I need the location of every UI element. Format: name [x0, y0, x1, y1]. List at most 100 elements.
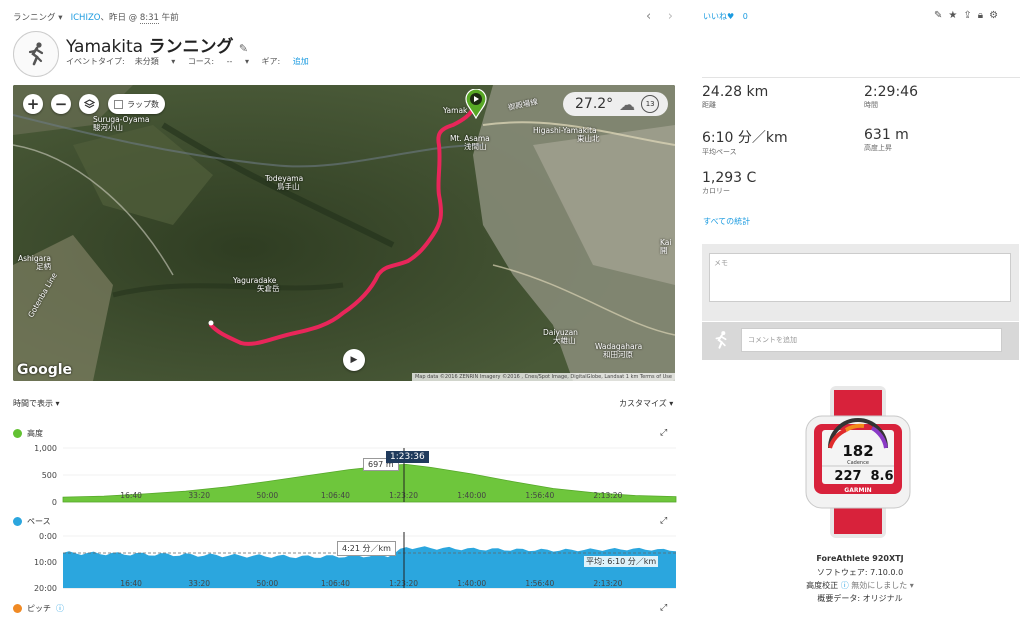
date-prefix: 、昨日 @ — [100, 13, 138, 23]
wind-icon: 13 — [641, 95, 660, 113]
all-stats-link[interactable]: すべての統計 — [703, 216, 750, 227]
next-activity-icon[interactable]: › — [668, 9, 673, 24]
pace-tooltip: 4:21 分／km — [337, 541, 396, 556]
elevation-dot — [13, 429, 22, 438]
watch-right-value: 8.6 — [870, 469, 893, 484]
breadcrumb: ランニング ▾ ICHIZO、昨日 @ 8:31 午前 — [13, 11, 179, 24]
google-logo: Google — [17, 362, 73, 378]
pitch-help-icon[interactable]: ⓘ — [56, 603, 64, 614]
summary-data-source: 概要データ: オリジナル — [817, 594, 903, 603]
layers-icon[interactable] — [79, 94, 99, 114]
running-icon — [13, 31, 59, 77]
pace-y-tick: 0:00 — [39, 532, 57, 541]
stat-calories: 1,293 C カロリー — [702, 170, 757, 195]
view-by-time-dropdown[interactable]: 時間で表示 ▾ — [13, 398, 60, 409]
elevation-x-tick: 16:40 — [120, 491, 142, 500]
edit-title-icon[interactable]: ✎ — [239, 42, 248, 55]
watch-left-value: 227 — [834, 469, 861, 484]
pace-legend: ペース — [13, 516, 51, 527]
stat-distance: 24.28 km 距離 — [702, 84, 769, 109]
pace-chart[interactable]: 0:0010:0020:00 16:4033:2050:001:06:401:2… — [0, 528, 680, 594]
gear-icon[interactable]: ⚙ — [989, 10, 1004, 21]
expand-pace-icon[interactable]: ⤢ — [660, 516, 667, 526]
activity-type-crumb[interactable]: ランニング — [13, 13, 56, 23]
map-label-asama: Mt. Asama 浅間山 — [450, 134, 490, 151]
share-icon[interactable]: ⇪ — [963, 10, 977, 21]
map-label-daiyuzan: Daiyuzan 大雄山 — [543, 328, 578, 345]
elevation-x-tick: 50:00 — [257, 491, 279, 500]
route-map[interactable]: + − ラップ数 27.2° ☁ 13 Suruga-Oyama 駿河小山 Yam… — [13, 85, 675, 381]
start-marker-icon[interactable] — [465, 88, 487, 120]
pitch-label: ピッチ — [27, 604, 51, 613]
laps-checkbox[interactable] — [114, 99, 123, 109]
page-title: Yamakita ランニング ✎ — [66, 32, 248, 57]
map-label-kai: Kai 開 — [660, 238, 672, 255]
course[interactable]: コース: -- ▾ — [188, 57, 249, 66]
calibration-dropdown[interactable]: 無効にしました ▾ — [851, 581, 914, 590]
expand-elevation-icon[interactable]: ⤢ — [660, 428, 667, 438]
elevation-y-ticks: 1,000 500 0 — [34, 444, 57, 507]
divider — [702, 77, 1020, 78]
pace-x-tick: 1:40:00 — [457, 579, 486, 588]
activity-time: 8:31 — [139, 13, 159, 24]
elevation-y-tick: 0 — [52, 498, 57, 507]
elevation-calibration: 高度校正 ⓘ 無効にしました ▾ — [806, 581, 914, 590]
comment-input[interactable]: コメントを追加 — [741, 328, 1002, 352]
zoom-in-button[interactable]: + — [23, 94, 43, 114]
like-label[interactable]: いいね — [703, 12, 727, 21]
elevation-x-tick: 2:13:20 — [593, 491, 622, 500]
elevation-legend: 高度 — [13, 428, 43, 439]
pace-y-ticks: 0:00 10:00 20:00 — [34, 532, 57, 593]
map-label-yaguradake: Yaguradake 矢倉岳 — [233, 276, 280, 293]
star-icon[interactable]: ★ — [948, 10, 963, 21]
device-image: 182 Cadence 227 8.6 GARMIN — [802, 386, 914, 538]
play-route-button[interactable]: ▶ — [343, 349, 365, 371]
pitch-legend: ピッチ ⓘ — [13, 603, 64, 614]
pace-x-tick: 1:06:40 — [321, 579, 350, 588]
map-label-wadagahara: Wadagahara 和田河原 — [595, 342, 643, 359]
prev-activity-icon[interactable]: ‹ — [646, 9, 651, 24]
calibration-help-icon[interactable]: ⓘ — [841, 581, 849, 590]
event-type[interactable]: イベントタイプ: 未分類 ▾ — [66, 57, 175, 66]
pace-x-tick: 1:56:40 — [525, 579, 554, 588]
activity-meta: イベントタイプ: 未分類 ▾ コース: -- ▾ ギア: 追加 — [66, 56, 329, 67]
gear: ギア: 追加 — [261, 57, 309, 66]
edit-icon[interactable]: ✎ — [934, 10, 948, 21]
expand-pitch-icon[interactable]: ⤢ — [660, 603, 667, 613]
title-type: ランニング — [148, 37, 234, 57]
memo-textarea[interactable]: メモ — [709, 253, 1011, 302]
map-credit[interactable]: Map data ©2016 ZENRIN Imagery ©2016 , Cn… — [411, 373, 675, 381]
cloud-icon: ☁ — [619, 94, 636, 114]
elevation-y-tick: 1,000 — [34, 444, 57, 453]
lock-icon[interactable]: 🔒︎ — [978, 10, 989, 21]
elevation-chart[interactable]: 1,0005000 16:4033:2050:001:06:401:23:201… — [0, 440, 680, 510]
temperature: 27.2° — [575, 96, 614, 112]
like-count: 0 — [742, 12, 748, 21]
avg-pace-label: 平均: 6:10 分／km — [584, 556, 659, 567]
cursor-time-badge: 1:23:36 — [386, 451, 429, 463]
stat-elevation-gain: 631 m 高度上昇 — [864, 127, 909, 152]
user-link[interactable]: ICHIZO — [71, 13, 101, 23]
stat-avg-pace: 6:10 分／km 平均ペース — [702, 130, 788, 156]
customize-dropdown[interactable]: カスタマイズ ▾ — [619, 398, 673, 409]
pitch-dot — [13, 604, 22, 613]
time-suffix: 午前 — [161, 13, 179, 23]
watch-cadence-value: 182 — [842, 442, 873, 460]
like-control[interactable]: いいね♥ 0 — [703, 11, 748, 22]
commenter-avatar-icon — [708, 328, 734, 352]
heart-icon[interactable]: ♥ — [727, 12, 734, 21]
map-label-ashigara: Ashigara 足柄 — [18, 254, 51, 271]
elevation-y-tick: 500 — [42, 471, 57, 480]
pace-x-tick: 50:00 — [257, 579, 279, 588]
activity-nav: ‹ › — [646, 9, 673, 24]
laps-toggle[interactable]: ラップ数 — [108, 94, 165, 114]
elevation-x-tick: 1:40:00 — [457, 491, 486, 500]
zoom-out-button[interactable]: − — [51, 94, 71, 114]
pace-x-tick: 16:40 — [120, 579, 142, 588]
title-place: Yamakita — [66, 37, 144, 57]
action-icons: ✎★⇪🔒︎⚙ — [934, 10, 1004, 21]
add-gear-link[interactable]: 追加 — [293, 57, 309, 66]
weather-widget[interactable]: 27.2° ☁ 13 — [563, 92, 668, 116]
elevation-x-tick: 1:56:40 — [525, 491, 554, 500]
crumb-caret[interactable]: ▾ — [58, 13, 62, 23]
